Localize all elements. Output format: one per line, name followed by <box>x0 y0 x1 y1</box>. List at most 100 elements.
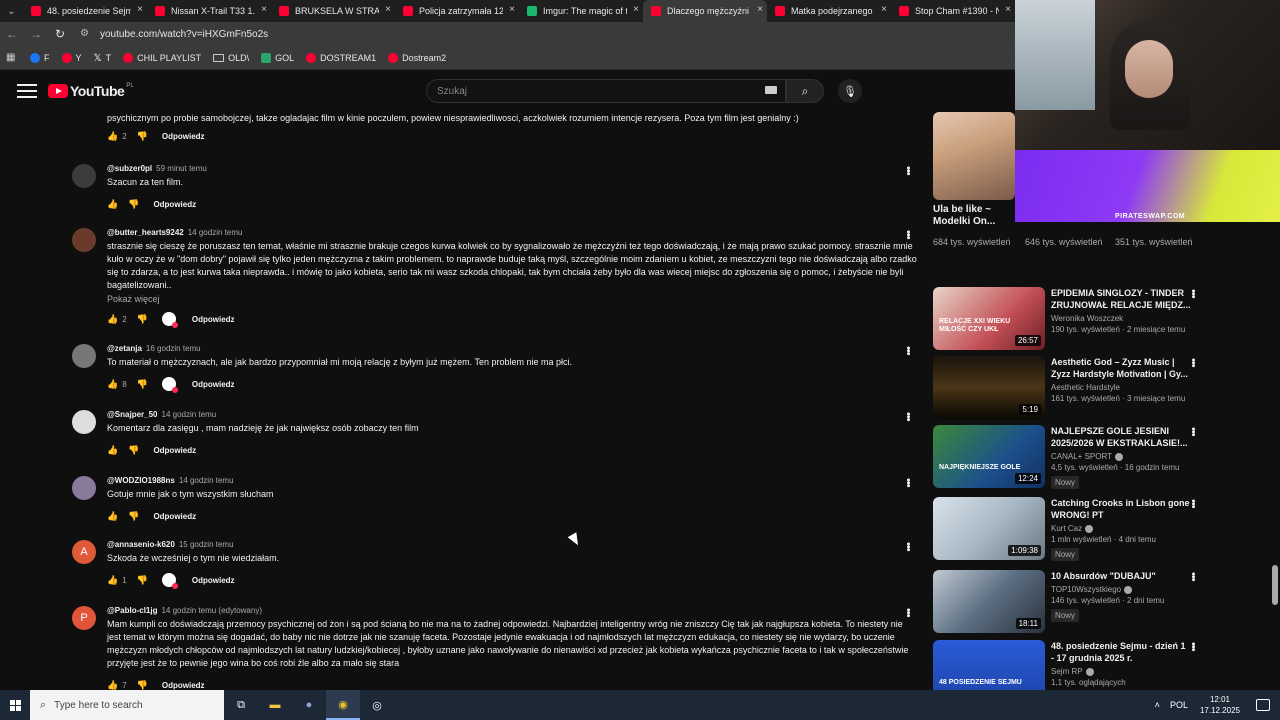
reply-button[interactable]: Odpowiedz <box>192 315 235 324</box>
apps-grid-icon[interactable]: ▦ <box>6 52 20 63</box>
task-view-icon[interactable]: ⧉ <box>224 690 258 720</box>
reply-button[interactable]: Odpowiedz <box>153 446 196 455</box>
like-icon[interactable]: 👍 <box>107 199 118 210</box>
video-title[interactable]: Aesthetic God – Zyzz Music | Zyzz Hardst… <box>1051 356 1191 380</box>
video-channel[interactable]: Sejm RP <box>1051 667 1191 676</box>
comment-author[interactable]: @Pablo-cl1jg <box>107 606 157 615</box>
close-icon[interactable]: × <box>881 4 887 15</box>
browser-tab[interactable]: BRUKSELA W STRACHU × <box>271 0 395 22</box>
reply-button[interactable]: Odpowiedz <box>162 130 205 143</box>
browser-tab[interactable]: 48. posiedzenie Sejmu × <box>23 0 147 22</box>
video-title[interactable]: Catching Crooks in Lisbon gone WRONG! PT <box>1051 497 1191 521</box>
more-actions-icon[interactable]: ••• <box>902 346 914 355</box>
close-icon[interactable]: × <box>757 4 763 15</box>
dislike-icon[interactable]: 👎 <box>137 314 148 325</box>
browser-tab[interactable]: Imgur: The magic of the × <box>519 0 643 22</box>
browser-tab[interactable]: Dlaczego mężczyźni × <box>643 0 767 22</box>
close-icon[interactable]: × <box>385 4 391 15</box>
like-icon[interactable]: 👍 <box>107 314 118 325</box>
video-title[interactable]: 48. posiedzenie Sejmu - dzień 1 - 17 gru… <box>1051 640 1191 664</box>
reply-button[interactable]: Odpowiedz <box>153 512 196 521</box>
comment-author[interactable]: @zetanja <box>107 344 142 353</box>
bookmark-item[interactable]: 𝕏T <box>94 53 112 64</box>
video-thumbnail[interactable]: NAJPIĘKNIEJSZE GOLE 12:24 <box>933 425 1045 488</box>
scrollbar-thumb[interactable] <box>1272 565 1278 605</box>
reply-button[interactable]: Odpowiedz <box>162 681 205 690</box>
close-icon[interactable]: × <box>137 4 143 15</box>
avatar[interactable]: A <box>72 540 96 564</box>
close-icon[interactable]: × <box>1005 4 1011 15</box>
more-actions-icon[interactable]: ••• <box>1187 572 1199 581</box>
video-item[interactable]: RELACJE XXI WIEKU MIŁOŚĆ CZY UKŁ 26:57 EPI… <box>933 287 1201 351</box>
video-thumbnail[interactable]: 18:11 <box>933 570 1045 633</box>
video-thumbnail[interactable]: RELACJE XXI WIEKU MIŁOŚĆ CZY UKŁ 26:57 <box>933 287 1045 350</box>
browser-tab[interactable]: Stop Cham #1390 - N × <box>891 0 1015 22</box>
avatar[interactable] <box>72 344 96 368</box>
browser-tab[interactable]: Policja zatrzymała 12 × <box>395 0 519 22</box>
search-input[interactable]: Szukaj <box>426 79 786 103</box>
voice-search-button[interactable]: 🎙 <box>838 79 862 103</box>
bookmark-item[interactable]: F <box>30 52 50 63</box>
close-icon[interactable]: × <box>509 4 515 15</box>
comment-time[interactable]: 15 godzin temu <box>179 540 234 549</box>
keyboard-icon[interactable] <box>765 86 777 94</box>
video-item[interactable]: 5:19 Aesthetic God – Zyzz Music | Zyzz Ha… <box>933 356 1201 420</box>
browser-tab[interactable]: Matka podejrzanego × <box>767 0 891 22</box>
more-actions-icon[interactable]: ••• <box>902 166 914 175</box>
comment-time[interactable]: 14 godzin temu <box>162 410 217 419</box>
like-icon[interactable]: 👍 <box>107 575 118 586</box>
close-icon[interactable]: × <box>261 4 267 15</box>
video-title[interactable]: NAJLEPSZE GOLE JESIENI 2025/2026 W EKSTR… <box>1051 425 1191 449</box>
chrome-icon[interactable]: ◉ <box>326 690 360 720</box>
bookmark-item[interactable]: CHIL PLAYLIST <box>123 52 201 63</box>
close-icon[interactable]: × <box>633 4 639 15</box>
video-thumbnail[interactable]: 1:09:38 <box>933 497 1045 560</box>
dislike-icon[interactable]: 👎 <box>128 199 139 210</box>
dislike-icon[interactable]: 👎 <box>137 575 148 586</box>
bookmark-item[interactable]: GOL <box>261 52 294 63</box>
video-channel[interactable]: Kurt Caz <box>1051 524 1191 533</box>
browser-tab[interactable]: Nissan X-Trail T33 1.5 × <box>147 0 271 22</box>
video-channel[interactable]: Aesthetic Hardstyle <box>1051 383 1191 392</box>
comment-time[interactable]: 16 godzin temu <box>146 344 201 353</box>
short-title[interactable]: Ula be like ~ Modelki On... <box>933 204 1023 228</box>
reply-button[interactable]: Odpowiedz <box>192 576 235 585</box>
bookmark-item[interactable]: DOSTREAM1 <box>306 52 376 63</box>
more-actions-icon[interactable]: ••• <box>1187 427 1199 436</box>
video-item[interactable]: NAJPIĘKNIEJSZE GOLE 12:24 NAJLEPSZE GOLE J… <box>933 425 1201 489</box>
url-field[interactable]: ⚙ youtube.com/watch?v=iHXGmFn5o2s <box>80 28 268 40</box>
obs-icon[interactable]: ◎ <box>360 690 394 720</box>
video-channel[interactable]: CANAL+ SPORT <box>1051 452 1191 461</box>
dislike-icon[interactable]: 👎 <box>137 680 148 691</box>
avatar[interactable]: P <box>72 606 96 630</box>
video-title[interactable]: 10 Absurdów "DUBAJU" <box>1051 570 1191 582</box>
bookmark-item[interactable]: OLD\ <box>213 53 249 63</box>
video-channel[interactable]: Weronika Woszczek <box>1051 314 1191 323</box>
comment-author[interactable]: @WODZIO1988ns <box>107 476 175 485</box>
more-actions-icon[interactable]: ••• <box>902 608 914 617</box>
comment-time[interactable]: 59 minut temu <box>156 164 207 173</box>
more-actions-icon[interactable]: ••• <box>1187 642 1199 651</box>
notification-icon[interactable] <box>1256 699 1270 711</box>
language-indicator[interactable]: POL <box>1170 700 1188 710</box>
site-info-icon[interactable]: ⚙ <box>80 28 92 40</box>
more-actions-icon[interactable]: ••• <box>902 230 914 239</box>
file-explorer-icon[interactable]: ▬ <box>258 690 292 720</box>
video-title[interactable]: EPIDEMIA SINGLOZY - TINDER ZRUJNOWAŁ REL… <box>1051 287 1191 311</box>
comment-author[interactable]: @butter_hearts9242 <box>107 228 184 237</box>
more-actions-icon[interactable]: ••• <box>902 542 914 551</box>
reply-button[interactable]: Odpowiedz <box>153 200 196 209</box>
avatar[interactable] <box>72 164 96 188</box>
search-button[interactable]: ⌕ <box>786 79 824 103</box>
forward-icon[interactable]: → <box>24 27 48 41</box>
show-more-link[interactable]: Pokaż więcej <box>107 294 917 304</box>
video-item[interactable]: 1:09:38 Catching Crooks in Lisbon gone WR… <box>933 497 1201 561</box>
taskbar-search-input[interactable]: ⌕ Type here to search <box>30 690 224 720</box>
menu-icon[interactable] <box>17 84 37 98</box>
video-thumbnail[interactable]: 48 POSIEDZENIE SEJMU <box>933 640 1045 690</box>
back-icon[interactable]: ← <box>0 27 24 41</box>
discord-icon[interactable]: ● <box>292 690 326 720</box>
tab-search-icon[interactable]: ⌄ <box>0 0 23 22</box>
bookmark-item[interactable]: Y <box>61 52 82 63</box>
avatar[interactable] <box>72 228 96 252</box>
